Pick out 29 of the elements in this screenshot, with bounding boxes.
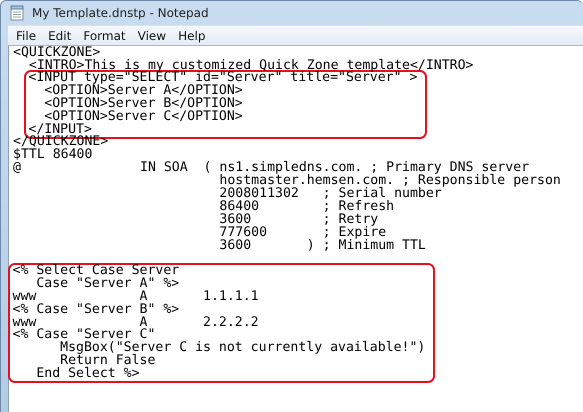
code-line: </INPUT> — [28, 124, 92, 137]
code-line: 777600 ; Expire — [218, 226, 386, 240]
window-title: My Template.dnstp - Notepad — [32, 6, 209, 20]
notepad-icon — [10, 5, 24, 21]
menu-item[interactable]: View — [132, 28, 172, 42]
menu-item[interactable]: Help — [172, 28, 212, 42]
code-line: Case "Server A" %> — [35, 278, 180, 291]
code-line: <QUICKZONE> — [13, 47, 100, 60]
code-line: <% Case "Server C" — [12, 329, 156, 342]
code-line: 86400 ; Refresh — [218, 200, 396, 214]
code-line: www A 1.1.1.1 — [12, 290, 260, 304]
code-line: <% Case "Server B" %> — [12, 304, 180, 317]
code-line: </QUICKZONE> — [13, 136, 110, 150]
code-line: <OPTION>Server B</OPTION> — [43, 98, 244, 112]
menu-item[interactable]: Format — [77, 28, 132, 42]
menu-item[interactable]: File — [10, 28, 42, 42]
code-line: $TTL 86400 — [13, 149, 94, 162]
code-line: www A 2.2.2.2 — [12, 316, 260, 330]
code-line: <OPTION>Server C</OPTION> — [44, 111, 244, 124]
code-line: <INPUT type="SELECT" id="Server" title="Server" > — [28, 72, 418, 86]
code-line: hostmaster.hemsen.com. ; Responsible person — [218, 175, 562, 188]
code-line: MsgBox("Server C is not currently available!") — [59, 342, 426, 356]
code-line: 3600 ) ; Minimum TTL — [218, 240, 427, 252]
code-line: 2008011302 ; Serial number — [218, 188, 442, 201]
code-line: End Select %> — [35, 368, 141, 382]
code-line: 3600 ; Retry — [218, 214, 378, 227]
menu-item[interactable]: Edit — [42, 28, 78, 42]
code-line: <OPTION>Server A</OPTION> — [43, 85, 244, 98]
code-line: <% Select Case Server — [12, 264, 180, 278]
